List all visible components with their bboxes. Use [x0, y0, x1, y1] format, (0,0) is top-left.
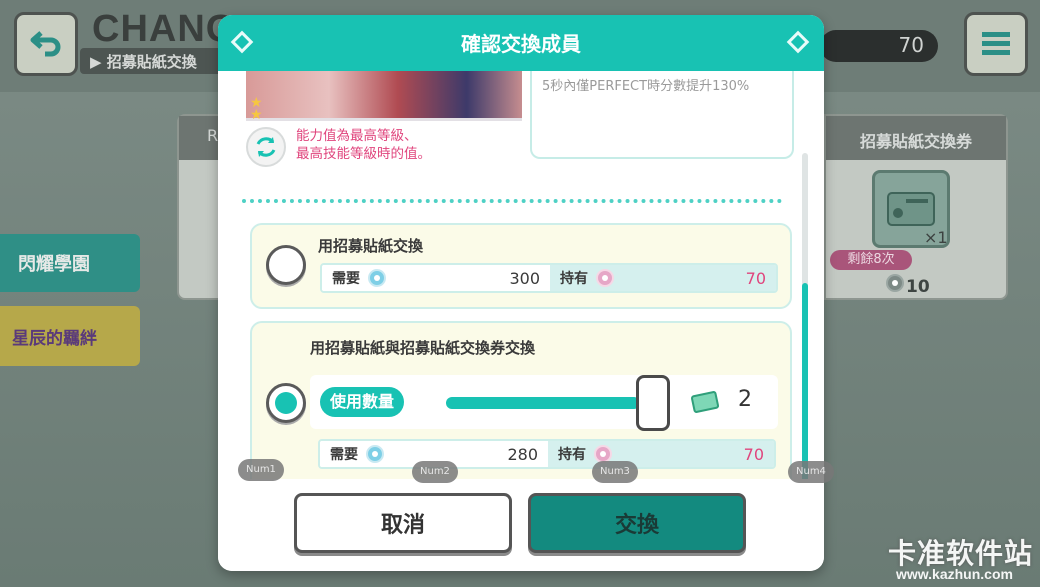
quantity-slider-track[interactable]	[446, 397, 640, 409]
sticker-count: 70	[820, 30, 938, 62]
sticker-coin-icon	[368, 269, 386, 287]
scrollbar-thumb[interactable]	[802, 283, 808, 479]
back-button[interactable]	[14, 12, 78, 76]
need-value: 280	[507, 444, 538, 464]
dotted-divider	[242, 199, 782, 203]
have-value: 70	[743, 444, 764, 464]
exchange-button[interactable]: 交換	[528, 493, 746, 553]
have-label: 持有	[558, 447, 586, 463]
need-label: 需要	[330, 447, 358, 463]
ticket-icon	[690, 390, 720, 414]
sticker-coin-icon	[366, 445, 384, 463]
ticket-cost-value: 10	[906, 277, 930, 297]
star-rating-icon: ★ ★	[250, 95, 263, 123]
have-label: 持有	[560, 271, 588, 287]
have-value: 70	[745, 268, 766, 288]
refresh-arrows-icon	[256, 137, 276, 157]
dialog-footer: 取消 交換	[218, 479, 824, 571]
num4-hint: Num4	[788, 461, 834, 483]
need-label: 需要	[332, 271, 360, 287]
ticket-cost: 10	[886, 274, 930, 297]
screen-subtitle: ▶ 招募貼紙交換	[80, 48, 230, 74]
diamond-ornament-icon	[230, 30, 254, 54]
screen-title: CHANG	[92, 8, 237, 50]
option-sticker-exchange[interactable]: 用招募貼紙交換 需要 300 持有 70	[250, 223, 792, 309]
dialog-scrollbar[interactable]	[802, 153, 808, 479]
quantity-label: 使用數量	[320, 387, 405, 417]
num1-hint: Num1	[238, 459, 284, 481]
skill-description: 5秒內僅PERFECT時分數提升130%	[530, 71, 794, 159]
menu-button[interactable]	[964, 12, 1028, 76]
option-2-cost-row: 需要 280 持有 70	[318, 439, 776, 469]
option-1-title: 用招募貼紙交換	[318, 237, 424, 255]
diamond-ornament-icon	[786, 30, 810, 54]
event-banner-2[interactable]: 星辰的羈絆	[0, 306, 140, 366]
refresh-icon[interactable]	[246, 127, 286, 167]
sticker-coin-icon	[596, 269, 614, 287]
dialog-title: 確認交換成員	[461, 32, 581, 56]
need-value: 300	[509, 268, 540, 288]
quantity-slider-handle[interactable]	[636, 375, 670, 431]
ticket-multiplier: ×1	[924, 228, 948, 247]
option-2-radio[interactable]	[266, 383, 306, 423]
quantity-value: 2	[738, 387, 752, 412]
max-level-note-line2: 最高技能等級時的值。	[296, 146, 431, 162]
cancel-button[interactable]: 取消	[294, 493, 512, 553]
num3-hint: Num3	[592, 461, 638, 483]
ticket-item-card: 招募貼紙交換券 ×1 剩餘8次 10	[824, 114, 1008, 300]
ticket-icon	[887, 192, 935, 226]
confirm-exchange-dialog: 確認交換成員 ★ ★ 5秒內僅PERFECT時分數提升130% 能力值為最高等級、…	[218, 15, 824, 571]
have-cell: 持有 70	[548, 441, 774, 467]
option-2-title: 用招募貼紙與招募貼紙交換券交換	[310, 339, 536, 357]
watermark-url: www.kazhun.com	[896, 566, 1013, 582]
hamburger-icon	[982, 32, 1010, 55]
sticker-coin-icon	[886, 274, 904, 292]
have-cell: 持有 70	[550, 265, 776, 291]
remaining-badge: 剩餘8次	[830, 250, 912, 270]
ticket-card-header: 招募貼紙交換券	[826, 116, 1006, 160]
need-cell: 需要 300	[322, 265, 550, 291]
option-1-cost-row: 需要 300 持有 70	[320, 263, 778, 293]
event-banner-1[interactable]: 閃耀學園	[0, 234, 140, 292]
dialog-body[interactable]: ★ ★ 5秒內僅PERFECT時分數提升130% 能力值為最高等級、 最高技能等級…	[218, 71, 824, 479]
option-1-radio[interactable]	[266, 245, 306, 285]
max-level-note: 能力值為最高等級、 最高技能等級時的值。	[296, 127, 496, 163]
dialog-header: 確認交換成員	[218, 15, 824, 71]
num2-hint: Num2	[412, 461, 458, 483]
member-card-image: ★ ★	[246, 71, 522, 123]
option-sticker-and-ticket-exchange[interactable]: 用招募貼紙與招募貼紙交換券交換 使用數量 2 需要 280 持有 70	[250, 321, 792, 479]
max-level-note-line1: 能力值為最高等級、	[296, 128, 418, 144]
back-arrow-icon	[30, 31, 61, 57]
quantity-selector: 使用數量 2	[310, 375, 778, 431]
